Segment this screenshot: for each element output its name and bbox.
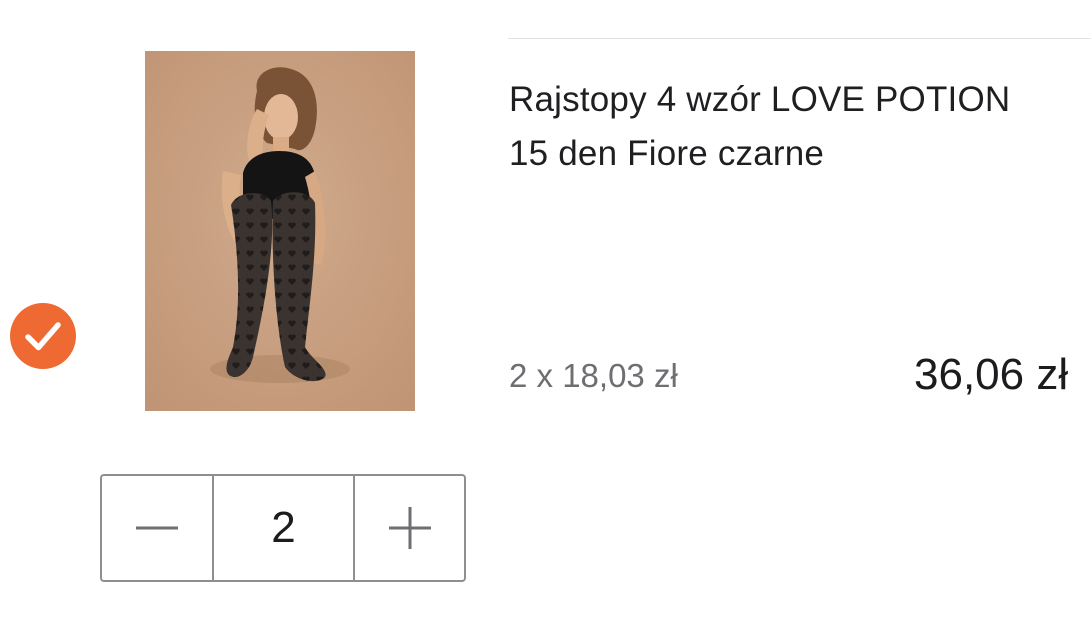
unit-price: 2 x 18,03 zł xyxy=(509,357,678,394)
product-title-line-2: 15 den Fiore czarne xyxy=(509,134,825,173)
top-divider xyxy=(508,38,1091,39)
quantity-value[interactable]: 2 xyxy=(214,476,356,580)
minus-icon xyxy=(135,526,178,530)
quantity-stepper: 2 xyxy=(100,474,466,582)
plus-icon xyxy=(388,507,431,549)
product-image[interactable] xyxy=(145,51,415,411)
product-title-line-1: Rajstopy 4 wzór LOVE POTION xyxy=(509,80,1011,119)
product-title[interactable]: Rajstopy 4 wzór LOVE POTION 15 den Fiore… xyxy=(509,73,1084,181)
increase-quantity-button[interactable] xyxy=(355,476,464,580)
checkmark-circle-icon xyxy=(10,303,76,369)
total-price: 36,06 zł xyxy=(914,350,1069,399)
decrease-quantity-button[interactable] xyxy=(102,476,214,580)
item-select-checkbox[interactable] xyxy=(10,303,76,369)
